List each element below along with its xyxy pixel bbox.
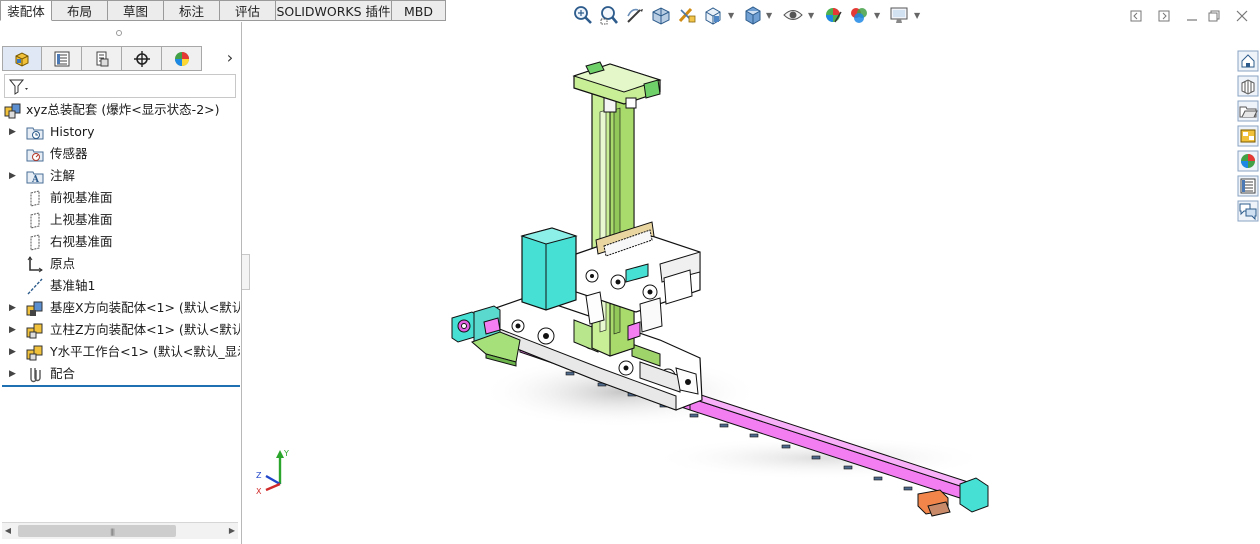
tree-item-axis1[interactable]: 基准轴1 [0,276,240,296]
tree-item-sensors[interactable]: 传感器 [0,144,240,164]
tree-root-label: xyz总装配套 (爆炸<显示状态-2>) [26,102,220,117]
featuremanager-panel: › xyz总装配套 (爆炸<显示状态-2>) ▶ History 传感器 ▶ A… [0,22,242,544]
scroll-right-icon[interactable]: ▶ [226,524,238,538]
assembly-icon [4,102,22,119]
axis-icon [26,278,44,295]
tree-item-history[interactable]: ▶ History [0,122,240,142]
tab-markup[interactable]: 标注 [164,0,220,21]
custom-properties-icon[interactable] [1237,175,1259,197]
tree-item-origin[interactable]: 原点 [0,254,240,274]
expand-arrow-icon[interactable]: ▶ [9,320,17,340]
featuremanager-tab[interactable] [2,46,42,71]
scroll-left-icon[interactable]: ◀ [2,524,14,538]
expand-arrow-icon[interactable]: ▶ [9,364,17,384]
tree-item-top-plane[interactable]: 上视基准面 [0,210,240,230]
expand-arrow-icon[interactable]: ▶ [9,166,17,186]
triad-z-label: Z [256,471,262,480]
panel-collapse-grip[interactable] [116,30,122,36]
filter-icon [8,79,28,95]
tree-item-y-worktable[interactable]: ▶ Y水平工作台<1> (默认<默认_显示状 [0,342,240,362]
view-orientation-dropdown-icon[interactable]: ▼ [728,12,736,20]
displaymanager-icon [174,51,189,66]
tree-item-label: 传感器 [50,146,88,161]
tree-item-label: 上视基准面 [50,212,113,227]
origin-icon [26,256,44,273]
tree-item-label: 右视基准面 [50,234,113,249]
propertymanager-icon [54,51,69,66]
view-palette-icon[interactable] [1237,125,1259,147]
chevron-right-icon[interactable]: › [222,48,238,68]
tree-item-mates[interactable]: ▶ 配合 [0,364,240,384]
display-style-dropdown-icon[interactable]: ▼ [766,12,774,20]
configurationmanager-icon [96,51,108,66]
tab-solidworks-addins[interactable]: SOLIDWORKS 插件 [276,0,392,21]
design-library-icon[interactable] [1237,75,1259,97]
tree-root-assembly[interactable]: xyz总装配套 (爆炸<显示状态-2>) [0,100,240,120]
tree-item-label: Y水平工作台<1> (默认<默认_显示状 [50,344,240,359]
tree-item-label: 立柱Z方向装配体<1> (默认<默认_显 [50,322,240,337]
tree-item-label: 前视基准面 [50,190,113,205]
triad-y-label: Y [283,449,289,458]
tree-item-front-plane[interactable]: 前视基准面 [0,188,240,208]
propertymanager-tab[interactable] [42,46,82,71]
manager-tabs [2,46,202,72]
tree-item-column-z-subassembly[interactable]: ▶ 立柱Z方向装配体<1> (默认<默认_显 [0,320,240,340]
assembly-model[interactable] [244,22,1234,544]
subassembly-icon [26,300,44,317]
tree-item-base-x-subassembly[interactable]: ▶ 基座X方向装配体<1> (默认<默认_显 [0,298,240,318]
tab-evaluate[interactable]: 评估 [220,0,276,21]
sensors-icon [26,146,44,163]
scroll-grip-icon: ||| [110,528,115,536]
view-settings-dropdown-icon[interactable]: ▼ [914,12,922,20]
featuremanager-icon [15,51,29,67]
z-axis-arrow [265,474,281,486]
tab-layout[interactable]: 布局 [52,0,108,21]
file-explorer-icon[interactable] [1237,100,1259,122]
tab-sketch[interactable]: 草图 [108,0,164,21]
horizontal-scrollbar[interactable]: ◀ ||| ▶ [2,522,238,539]
tab-mbd[interactable]: MBD [392,0,446,21]
plane-icon [26,212,44,229]
apply-scene-dropdown-icon[interactable]: ▼ [874,12,882,20]
electrical-cabinet [520,227,578,311]
expand-arrow-icon[interactable]: ▶ [9,122,17,142]
subassembly-icon [26,322,44,339]
displaymanager-tab[interactable] [162,46,202,71]
command-manager-tabs: 装配体 布局 草图 标注 评估 SOLIDWORKS 插件 MBD [0,0,446,22]
x-axis-arrow [265,482,281,492]
hide-show-dropdown-icon[interactable]: ▼ [808,12,816,20]
forum-icon[interactable] [1237,200,1259,222]
dimxpertmanager-tab[interactable] [122,46,162,71]
configurationmanager-tab[interactable] [82,46,122,71]
close-icon[interactable] [1234,8,1250,24]
rollback-bar[interactable] [2,385,240,387]
tree-item-label: History [50,124,95,139]
tree-item-label: 注解 [50,168,76,183]
subassembly-icon [26,344,44,361]
tree-item-label: 原点 [50,256,76,271]
tree-item-label: 基座X方向装配体<1> (默认<默认_显 [50,300,240,315]
scroll-thumb[interactable]: ||| [18,525,176,537]
plane-icon [26,190,44,207]
expand-arrow-icon[interactable]: ▶ [9,298,17,318]
annotations-icon: A [26,168,44,185]
tree-item-label: 基准轴1 [50,278,96,293]
svg-text:A: A [31,175,40,185]
coordinate-triad: Y Z X [256,449,289,496]
tree-item-right-plane[interactable]: 右视基准面 [0,232,240,252]
tree-filter[interactable] [4,74,236,98]
tab-assembly[interactable]: 装配体 [0,0,52,21]
appearances-scenes-icon[interactable] [1237,150,1259,172]
solidworks-resources-icon[interactable] [1237,50,1259,72]
mates-icon [26,366,44,383]
tree-item-label: 配合 [50,366,76,381]
tree-item-annotations[interactable]: ▶ A 注解 [0,166,240,186]
expand-arrow-icon[interactable]: ▶ [9,342,17,362]
graphics-area[interactable]: Y Z X [244,22,1234,544]
plane-icon [26,234,44,251]
dimxpertmanager-icon [133,50,150,67]
history-folder-icon [26,124,44,141]
triad-x-label: X [256,487,262,496]
